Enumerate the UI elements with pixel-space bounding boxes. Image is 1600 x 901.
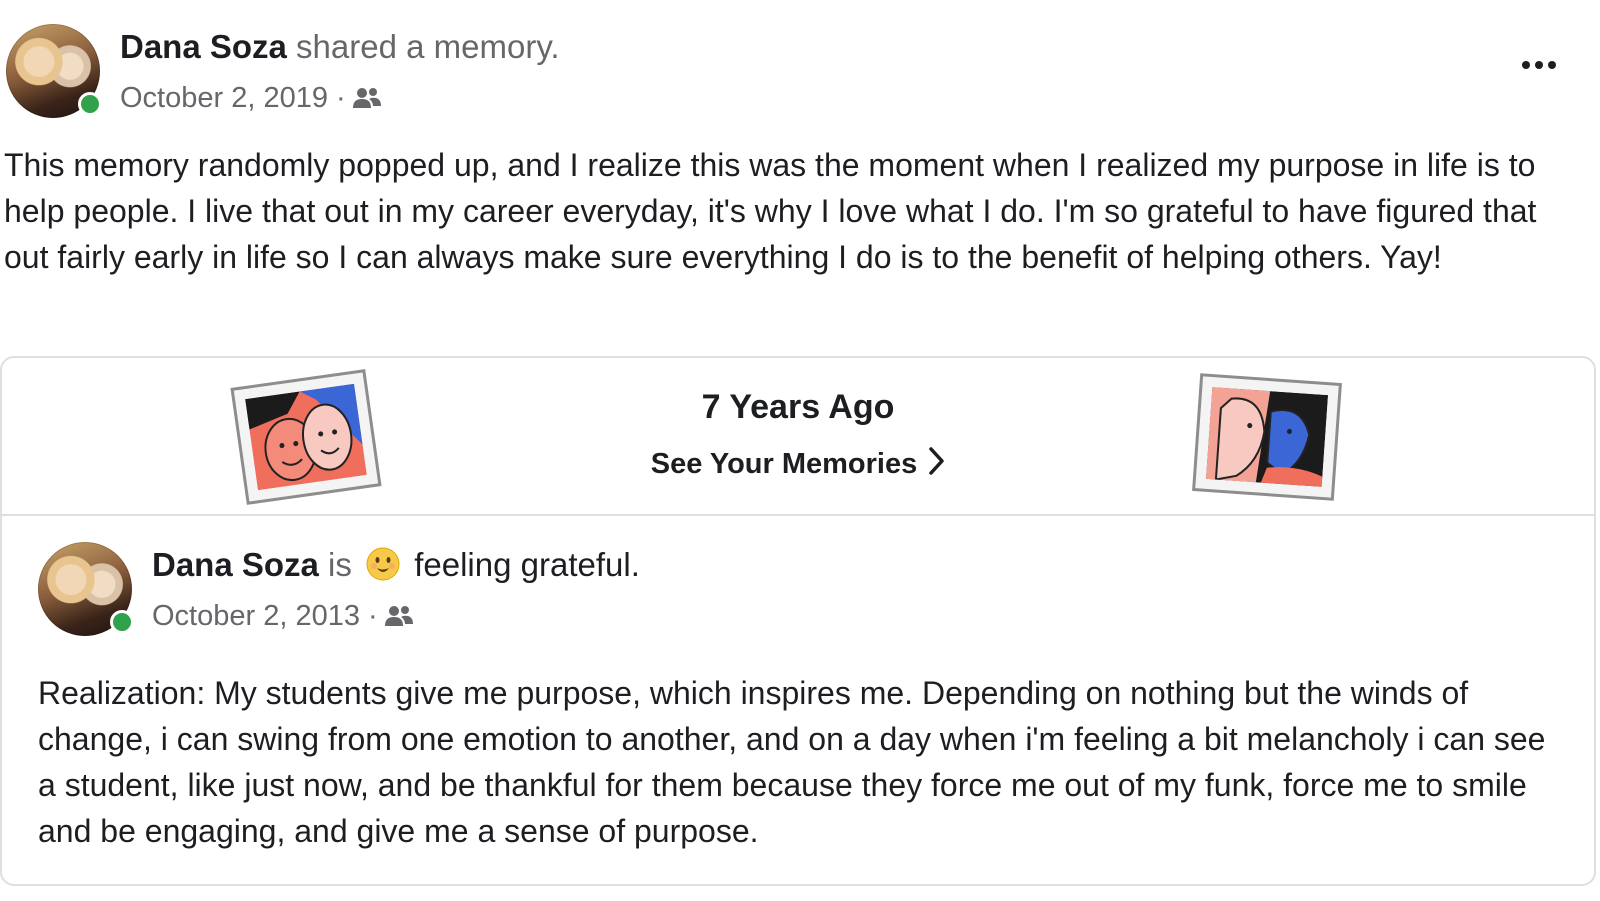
memories-banner-title: 7 Years Ago xyxy=(701,388,895,426)
is-text: is xyxy=(318,546,362,583)
post-text: This memory randomly popped up, and I re… xyxy=(4,147,1537,275)
see-your-memories-label: See Your Memories xyxy=(650,448,918,480)
memories-banner[interactable]: 7 Years Ago See Your Memories xyxy=(2,358,1594,516)
friends-icon[interactable] xyxy=(352,86,382,112)
original-author-name-link[interactable]: Dana Soza xyxy=(152,546,319,583)
memory-post: Dana Soza shared a memory. October 2, 20… xyxy=(0,0,1600,901)
online-status-indicator xyxy=(78,92,102,116)
original-post-text: Realization: My students give me purpose… xyxy=(38,675,1546,849)
original-post-date-link[interactable]: October 2, 2013 · xyxy=(152,600,378,633)
see-your-memories-link[interactable]: See Your Memories xyxy=(2,446,1594,481)
post-meta: October 2, 2019 · xyxy=(120,82,382,115)
original-author-avatar[interactable] xyxy=(38,542,134,636)
friends-icon[interactable] xyxy=(384,604,414,630)
memory-illustration-couple xyxy=(1192,373,1342,501)
feeling-text: feeling grateful. xyxy=(405,546,640,583)
memory-card: 7 Years Ago See Your Memories Dana Soza … xyxy=(0,356,1596,886)
chevron-right-icon xyxy=(929,447,944,475)
post-action-text: shared a memory. xyxy=(286,28,560,65)
online-status-indicator xyxy=(110,610,134,634)
original-post-meta: October 2, 2013 · xyxy=(152,600,414,633)
post-header: Dana Soza shared a memory. xyxy=(120,28,560,66)
author-name-link[interactable]: Dana Soza xyxy=(120,28,287,65)
smiling-emoji-icon xyxy=(366,547,400,581)
post-date-link[interactable]: October 2, 2019 · xyxy=(120,82,346,115)
original-post-header: Dana Soza is feeling grateful. xyxy=(152,546,640,584)
author-avatar[interactable] xyxy=(6,24,102,118)
more-options-icon[interactable] xyxy=(1514,50,1564,80)
